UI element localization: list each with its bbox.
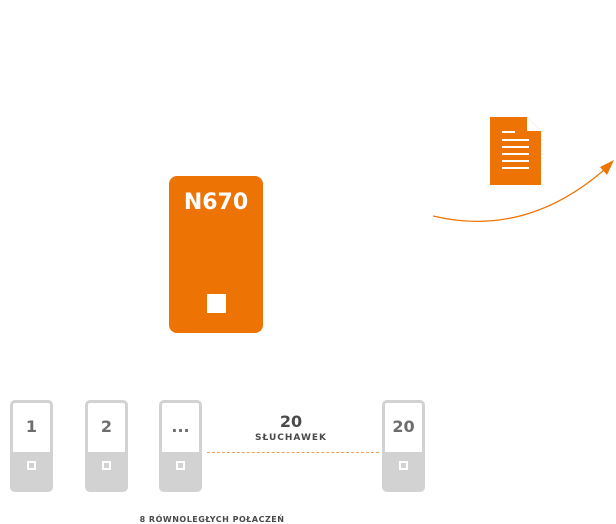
handset-1: 1 (10, 400, 53, 492)
handsets-connector-line (207, 452, 379, 453)
handset-ellipsis: ... (159, 400, 202, 492)
document-icon (490, 117, 541, 185)
handset-keypad (85, 452, 128, 492)
base-station-button-icon (207, 294, 226, 313)
handset-screen: ... (159, 400, 202, 452)
handset-key-icon (27, 461, 36, 470)
handset-screen: 20 (382, 400, 425, 452)
handsets-count-label: SŁUCHAWEK (255, 433, 327, 443)
handset-label: ... (171, 417, 190, 436)
base-station: N670 (169, 176, 263, 333)
handset-label: 1 (25, 417, 38, 436)
handset-2: 2 (85, 400, 128, 492)
handsets-count: 20 (279, 412, 303, 431)
handset-keypad (10, 452, 53, 492)
handset-screen: 1 (10, 400, 53, 452)
diagram: N670 1 2 ... 20 SŁUCHAWEK 20 8 RÓWNOLEGŁ… (0, 0, 616, 524)
handset-screen: 2 (85, 400, 128, 452)
handset-keypad (159, 452, 202, 492)
handset-label: 20 (392, 417, 415, 436)
handset-label: 2 (100, 417, 113, 436)
handset-key-icon (176, 461, 185, 470)
handset-20: 20 (382, 400, 425, 492)
handset-key-icon (399, 461, 408, 470)
handset-keypad (382, 452, 425, 492)
handset-key-icon (102, 461, 111, 470)
base-station-model: N670 (183, 190, 249, 215)
